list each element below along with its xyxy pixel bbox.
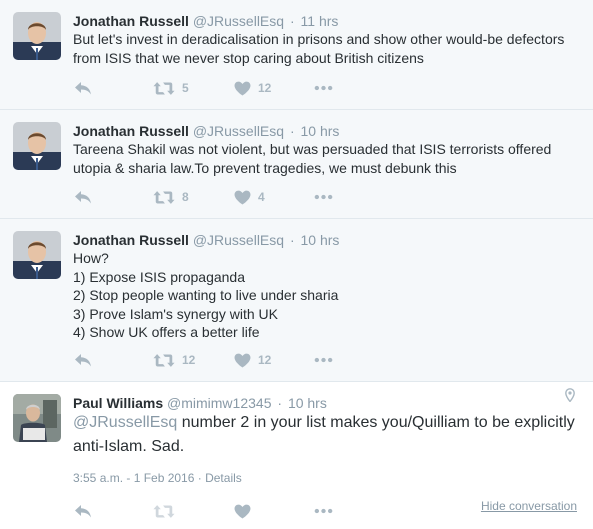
- timestamp-text[interactable]: 3:55 a.m. - 1 Feb 2016: [73, 471, 194, 485]
- author-handle[interactable]: @mimimw12345: [167, 395, 271, 411]
- tweet-text: How? 1) Expose ISIS propaganda 2) Stop p…: [73, 249, 573, 342]
- reply-icon: [73, 503, 93, 519]
- tweet-text-line: utopia & sharia law.To prevent tragedies…: [73, 159, 457, 176]
- tweet-actions: 12 12: [73, 351, 373, 369]
- tweet-header: Jonathan Russell @JRussellEsq · 11 hrs: [73, 13, 338, 29]
- retweet-icon: [153, 353, 175, 368]
- tweet-actions: 5 12: [73, 79, 373, 97]
- author-name[interactable]: Paul Williams: [73, 395, 163, 411]
- separator-dot: ·: [289, 123, 295, 139]
- heart-icon: [234, 504, 251, 519]
- avatar-image: [13, 394, 61, 442]
- tweet-time[interactable]: 11 hrs: [301, 13, 339, 29]
- more-button[interactable]: [314, 351, 333, 369]
- retweet-button[interactable]: [153, 502, 175, 520]
- tweet[interactable]: Jonathan Russell @JRussellEsq · 10 hrs T…: [0, 110, 593, 219]
- reply-button[interactable]: [73, 502, 93, 520]
- separator-dot: ·: [289, 13, 295, 29]
- more-button[interactable]: [314, 79, 333, 97]
- tweet-text-segment: number 2 in your list makes you/Quilliam…: [177, 414, 575, 431]
- retweet-icon: [153, 504, 175, 519]
- hide-conversation-link[interactable]: Hide conversation: [481, 499, 577, 513]
- tweet-text-line: 1) Expose ISIS propaganda: [73, 268, 246, 285]
- tweet-text-line: 3) Prove Islam's synergy with UK: [73, 305, 278, 322]
- avatar-image: [13, 231, 61, 279]
- like-count: 4: [258, 190, 265, 204]
- reply-icon: [73, 189, 93, 205]
- like-button[interactable]: 4: [234, 188, 265, 206]
- conversation-thread: Jonathan Russell @JRussellEsq · 11 hrs B…: [0, 0, 593, 529]
- tweet[interactable]: Jonathan Russell @JRussellEsq · 11 hrs B…: [0, 0, 593, 110]
- tweet-time[interactable]: 10 hrs: [288, 395, 327, 411]
- focused-tweet[interactable]: Paul Williams @mimimw12345 · 10 hrs @JRu…: [0, 382, 593, 529]
- tweet-header: Jonathan Russell @JRussellEsq · 10 hrs: [73, 123, 339, 139]
- heart-icon: [234, 190, 251, 205]
- avatar[interactable]: [13, 394, 61, 442]
- retweet-button[interactable]: 12: [153, 351, 195, 369]
- more-icon: [314, 508, 333, 514]
- avatar[interactable]: [13, 12, 61, 60]
- author-name[interactable]: Jonathan Russell: [73, 232, 189, 248]
- author-handle[interactable]: @JRussellEsq: [193, 123, 284, 139]
- retweet-icon: [153, 190, 175, 205]
- like-button[interactable]: [234, 502, 251, 520]
- tweet-header: Paul Williams @mimimw12345 · 10 hrs: [73, 395, 327, 411]
- heart-icon: [234, 81, 251, 96]
- separator-dot: ·: [289, 232, 295, 248]
- tweet-time[interactable]: 10 hrs: [301, 123, 340, 139]
- tweet-text: But let's invest in deradicalisation in …: [73, 30, 573, 67]
- tweet-text-line: How?: [73, 250, 109, 266]
- author-handle[interactable]: @JRussellEsq: [193, 13, 284, 29]
- tweet-text-line: anti-Islam. Sad.: [73, 438, 185, 455]
- author-name[interactable]: Jonathan Russell: [73, 123, 189, 139]
- avatar-image: [13, 122, 61, 170]
- author-handle[interactable]: @JRussellEsq: [193, 232, 284, 248]
- reply-button[interactable]: [73, 351, 93, 369]
- tweet-text: @JRussellEsq number 2 in your list makes…: [73, 411, 583, 459]
- like-count: 12: [258, 81, 272, 95]
- more-icon: [314, 85, 333, 91]
- reply-button[interactable]: [73, 79, 93, 97]
- tweet[interactable]: Jonathan Russell @JRussellEsq · 10 hrs H…: [0, 219, 593, 382]
- reply-icon: [73, 352, 93, 368]
- retweet-icon: [153, 81, 175, 96]
- like-count: 12: [258, 353, 272, 367]
- tweet-text-line: from ISIS that we never stop caring abou…: [73, 49, 424, 66]
- more-icon: [314, 357, 333, 363]
- tweet-timestamp: 3:55 a.m. - 1 Feb 2016 · Details: [73, 471, 242, 485]
- retweet-button[interactable]: 5: [153, 79, 189, 97]
- more-button[interactable]: [314, 188, 333, 206]
- like-button[interactable]: 12: [234, 79, 271, 97]
- reply-button[interactable]: [73, 188, 93, 206]
- tweet-actions: 8 4: [73, 188, 373, 206]
- author-name[interactable]: Jonathan Russell: [73, 13, 189, 29]
- tweet-text-line: But let's invest in deradicalisation in …: [73, 31, 565, 47]
- reply-icon: [73, 80, 93, 96]
- separator-dot: ·: [197, 471, 202, 485]
- tweet-text: Tareena Shakil was not violent, but was …: [73, 140, 573, 177]
- avatar[interactable]: [13, 122, 61, 170]
- more-icon: [314, 194, 333, 200]
- retweet-count: 8: [182, 190, 189, 204]
- tweet-time[interactable]: 10 hrs: [301, 232, 340, 248]
- tweet-header: Jonathan Russell @JRussellEsq · 10 hrs: [73, 232, 339, 248]
- tweet-text-line: 4) Show UK offers a better life: [73, 324, 260, 340]
- retweet-count: 5: [182, 81, 189, 95]
- tweet-text-line: Tareena Shakil was not violent, but was …: [73, 141, 552, 157]
- more-button[interactable]: [314, 502, 333, 520]
- mention-link[interactable]: @JRussellEsq: [73, 414, 177, 431]
- tweet-text-line: 2) Stop people wanting to live under sha…: [73, 287, 339, 303]
- like-button[interactable]: 12: [234, 351, 271, 369]
- tweet-text-line: @JRussellEsq number 2 in your list makes…: [73, 411, 583, 435]
- location-pin-icon[interactable]: [565, 388, 575, 402]
- heart-icon: [234, 353, 251, 368]
- tweet-actions: [73, 502, 373, 520]
- separator-dot: ·: [277, 395, 283, 411]
- avatar[interactable]: [13, 231, 61, 279]
- retweet-count: 12: [182, 353, 196, 367]
- retweet-button[interactable]: 8: [153, 188, 189, 206]
- avatar-image: [13, 12, 61, 60]
- details-link[interactable]: Details: [205, 471, 242, 485]
